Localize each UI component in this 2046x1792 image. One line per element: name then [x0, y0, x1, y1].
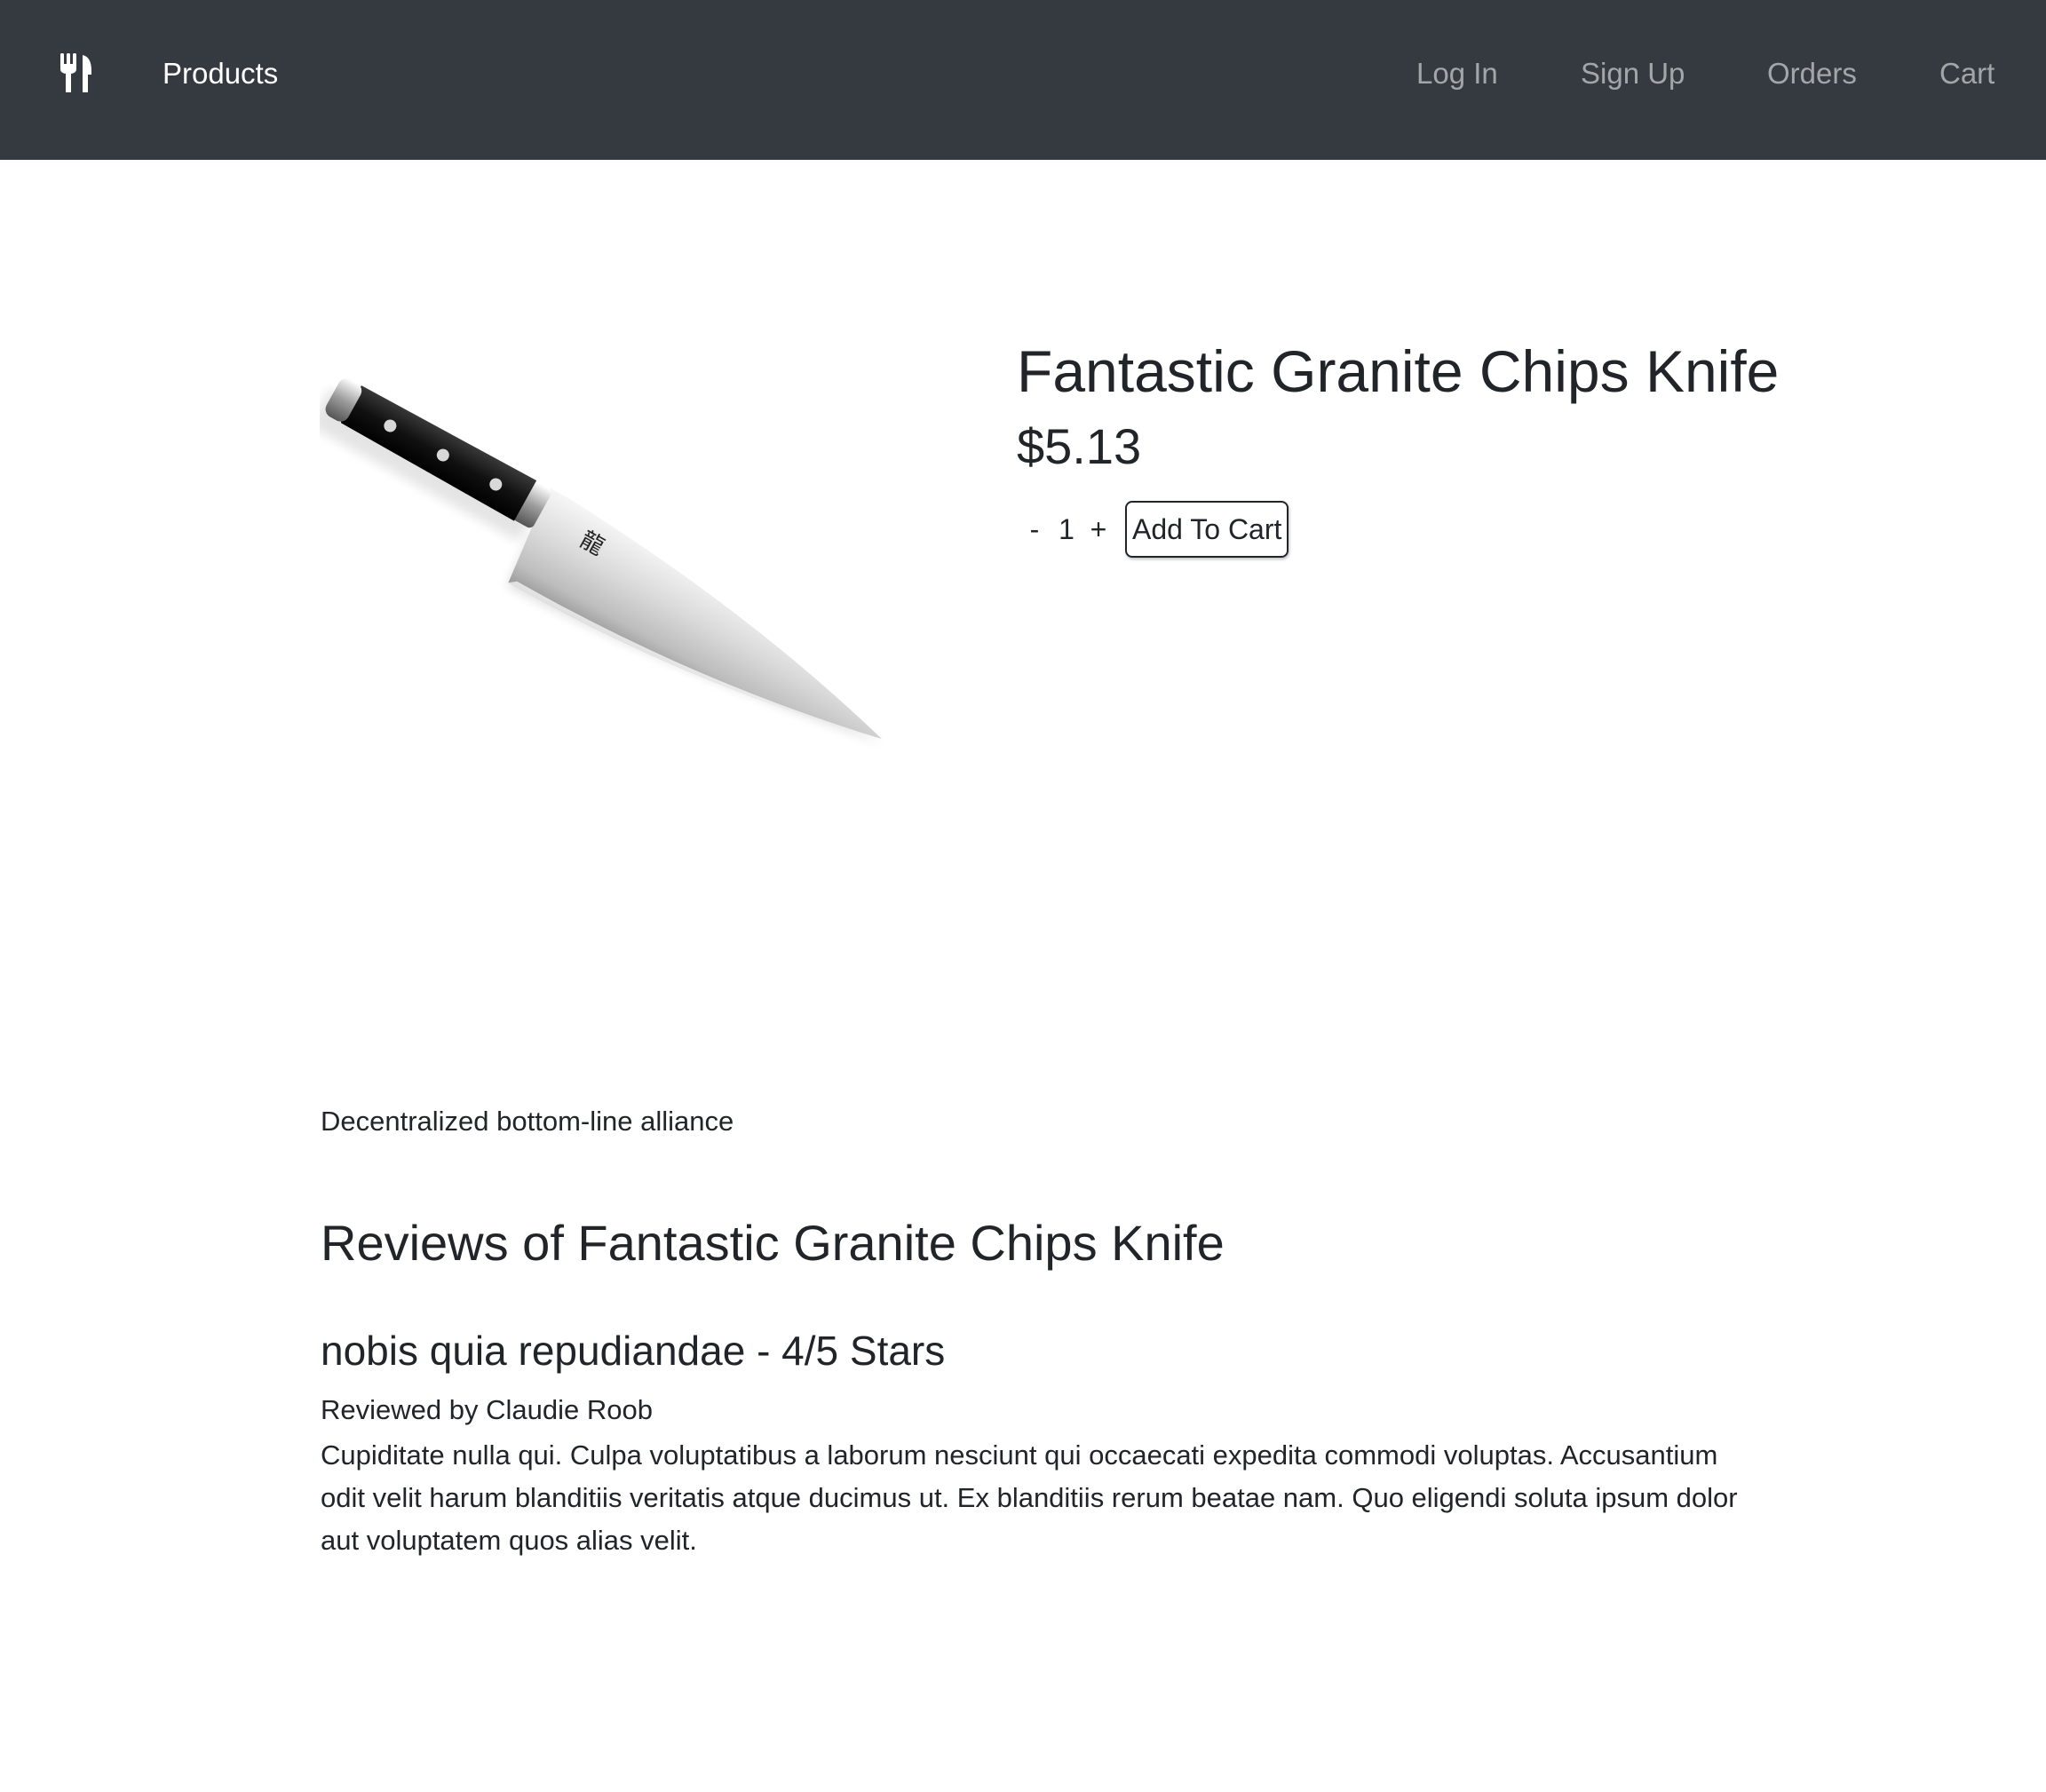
quantity-value: 1	[1059, 512, 1075, 545]
nav-products-link[interactable]: Products	[163, 53, 278, 94]
review-body: Cupiditate nulla qui. Culpa voluptatibus…	[321, 1439, 1738, 1556]
product-image: 龍	[309, 346, 995, 781]
reviews-heading: Reviews of Fantastic Granite Chips Knife	[321, 1215, 1225, 1271]
decrement-button[interactable]: -	[1019, 513, 1051, 546]
product-title: Fantastic Granite Chips Knife	[1017, 338, 1780, 404]
review-title: nobis quia repudiandae - 4/5 Stars	[321, 1328, 946, 1374]
nav-orders-link[interactable]: Orders	[1767, 53, 1857, 94]
nav-cart-link[interactable]: Cart	[1939, 53, 1994, 94]
quantity-controls: - 1 + Add To Cart	[1017, 501, 1289, 558]
product-description: Decentralized bottom-line alliance	[321, 1106, 734, 1137]
fork-knife-icon[interactable]	[59, 53, 94, 92]
nav-signup-link[interactable]: Sign Up	[1581, 53, 1685, 94]
navbar: Products Log In Sign Up Orders Cart	[0, 0, 2046, 160]
nav-login-link[interactable]: Log In	[1416, 53, 1498, 94]
add-to-cart-button[interactable]: Add To Cart	[1125, 501, 1289, 558]
product-price: $5.13	[1017, 418, 1142, 474]
review-author: Reviewed by Claudie Roob	[321, 1394, 653, 1425]
increment-button[interactable]: +	[1082, 513, 1114, 546]
